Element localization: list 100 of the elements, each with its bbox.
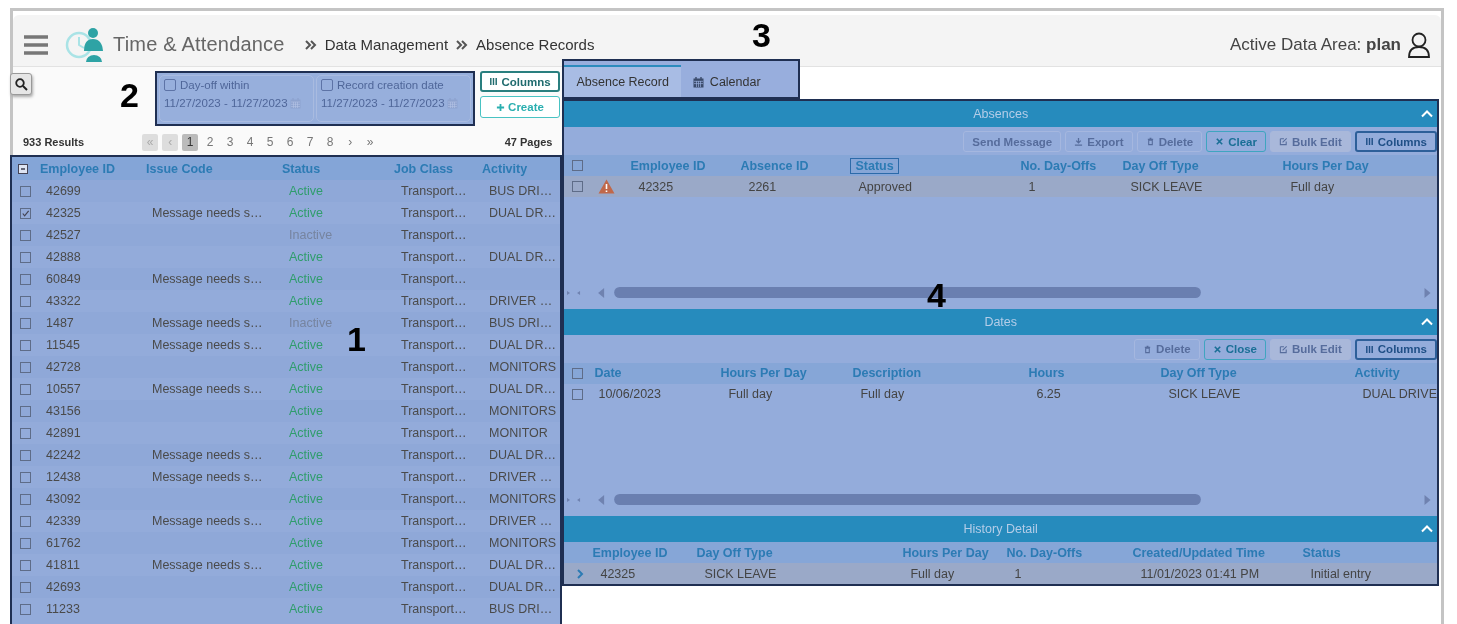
- page-button[interactable]: ›: [342, 133, 359, 151]
- column-header[interactable]: Hours Per Day: [1282, 158, 1369, 173]
- checkbox[interactable]: [20, 471, 31, 483]
- filter-label: Record creation date: [337, 79, 444, 91]
- checkbox[interactable]: [20, 361, 31, 373]
- issue-code: Message needs s…: [151, 558, 263, 572]
- expand-chevron-icon[interactable]: [576, 568, 585, 579]
- checkbox[interactable]: [20, 581, 31, 593]
- page-button[interactable]: 8: [322, 133, 339, 151]
- table-cell-text: 2261: [747, 179, 778, 194]
- issue-code: Message needs s…: [151, 514, 263, 528]
- status-text: Active: [288, 184, 324, 198]
- employee-id: 12438: [45, 470, 81, 484]
- columns-icon: [1364, 344, 1374, 354]
- column-header[interactable]: Created/Updated Time: [1132, 545, 1303, 560]
- clear-button[interactable]: Clear: [1206, 131, 1266, 152]
- column-header[interactable]: Employee ID: [592, 545, 697, 560]
- checkbox[interactable]: [321, 79, 333, 91]
- user-icon[interactable]: [1407, 31, 1431, 58]
- breadcrumb-link[interactable]: Data Management: [324, 36, 449, 53]
- checkbox[interactable]: [20, 207, 31, 219]
- column-header[interactable]: Hours Per Day: [720, 366, 853, 380]
- page-button[interactable]: 4: [242, 133, 259, 151]
- table-cell-text: Full day: [1289, 179, 1336, 194]
- page-button[interactable]: 6: [282, 133, 299, 151]
- column-header[interactable]: Employee ID: [630, 158, 706, 173]
- column-header[interactable]: Description: [852, 366, 1029, 380]
- activity: DUAL DR…: [488, 558, 556, 572]
- column-header[interactable]: Job Class: [392, 161, 454, 176]
- column-header[interactable]: Day Off Type: [1122, 158, 1199, 173]
- page-button[interactable]: »: [362, 133, 379, 151]
- checkbox[interactable]: [20, 559, 31, 571]
- tab[interactable]: Calendar: [680, 65, 773, 97]
- clear-button[interactable]: Close: [1203, 338, 1266, 360]
- column-header[interactable]: Status: [1302, 545, 1437, 560]
- collapse-icon[interactable]: [1421, 524, 1433, 533]
- status-text: Active: [288, 360, 324, 374]
- checkbox[interactable]: [20, 185, 31, 197]
- checkbox[interactable]: [20, 405, 31, 417]
- tab[interactable]: Absence Record: [564, 65, 681, 97]
- columns-button[interactable]: Columns: [480, 71, 560, 92]
- column-header[interactable]: Hours Per Day: [902, 545, 1007, 560]
- search-button[interactable]: [10, 73, 32, 95]
- employee-id: 60849: [45, 272, 81, 286]
- create-button[interactable]: Create: [480, 96, 560, 118]
- page-button[interactable]: 7: [302, 133, 319, 151]
- checkbox[interactable]: [164, 79, 176, 91]
- table-cell-text: Initial entry: [1309, 566, 1372, 581]
- collapse-all-icon[interactable]: [18, 163, 28, 174]
- column-header[interactable]: Status: [280, 161, 321, 176]
- checkbox[interactable]: [572, 388, 584, 400]
- plus-icon: [496, 102, 506, 112]
- page-button[interactable]: 5: [262, 133, 279, 151]
- column-header[interactable]: Date: [588, 366, 721, 380]
- checkbox[interactable]: [20, 317, 31, 329]
- status-text: Inactive: [288, 316, 333, 330]
- checkbox[interactable]: [572, 181, 584, 192]
- checkbox[interactable]: [20, 339, 31, 351]
- column-header[interactable]: Activity: [1354, 366, 1437, 380]
- date-filter[interactable]: Record creation date 11/27/2023 - 11/27/2023: [316, 75, 471, 122]
- column-header[interactable]: Absence ID: [740, 158, 809, 173]
- checkbox[interactable]: [20, 537, 31, 549]
- page-button[interactable]: 1: [182, 133, 199, 151]
- page-button[interactable]: 3: [222, 133, 239, 151]
- checkbox[interactable]: [20, 229, 31, 241]
- calendar-icon[interactable]: [446, 97, 458, 109]
- checkbox[interactable]: [20, 273, 31, 285]
- breadcrumb-link[interactable]: Absence Records: [476, 36, 595, 53]
- collapse-icon[interactable]: [1421, 109, 1433, 118]
- checkbox[interactable]: [20, 251, 31, 263]
- column-header[interactable]: Day Off Type: [1160, 366, 1355, 380]
- columns-button[interactable]: Columns: [1354, 338, 1437, 360]
- column-header[interactable]: Issue Code: [144, 161, 213, 176]
- checkbox[interactable]: [20, 427, 31, 439]
- checkbox[interactable]: [20, 383, 31, 395]
- menu-icon[interactable]: [23, 33, 49, 56]
- calendar-icon[interactable]: [289, 97, 301, 109]
- collapse-icon[interactable]: [1421, 316, 1433, 326]
- column-header[interactable]: No. Day-Offs: [1006, 545, 1133, 560]
- employee-id: 1487: [45, 316, 74, 330]
- checkbox[interactable]: [20, 515, 31, 527]
- checkbox[interactable]: [20, 295, 31, 307]
- column-header[interactable]: Employee ID: [38, 161, 116, 176]
- checkbox[interactable]: [572, 160, 584, 171]
- section-title: History Detail: [963, 522, 1038, 536]
- checkbox[interactable]: [20, 603, 31, 615]
- columns-button[interactable]: Columns: [1354, 131, 1437, 152]
- column-header[interactable]: Day Off Type: [696, 545, 903, 560]
- checkbox[interactable]: [20, 449, 31, 461]
- checkbox[interactable]: [20, 493, 31, 505]
- column-header[interactable]: Activity: [480, 161, 528, 176]
- column-header[interactable]: Status: [850, 157, 899, 174]
- table-cell-text: Full day: [859, 387, 906, 401]
- column-header[interactable]: Hours: [1028, 366, 1161, 380]
- pages-count: 47 Pages: [504, 136, 553, 148]
- page-button[interactable]: 2: [202, 133, 219, 151]
- column-header[interactable]: No. Day-Offs: [1020, 158, 1097, 173]
- checkbox[interactable]: [572, 367, 584, 379]
- job-class: Transport…: [400, 602, 467, 616]
- date-filter[interactable]: Day-off within 11/27/2023 - 11/27/2023: [159, 75, 314, 122]
